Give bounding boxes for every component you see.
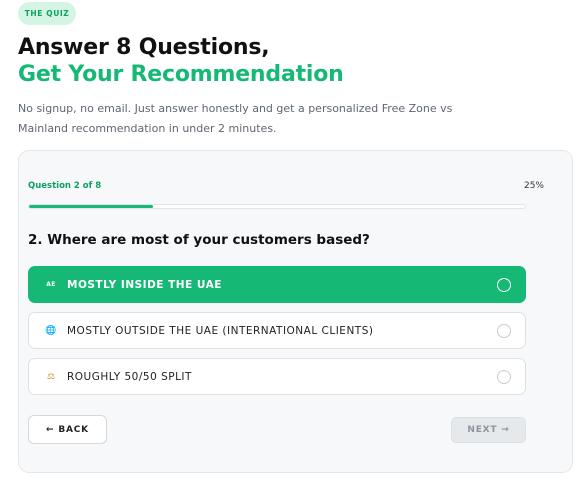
progress-bar — [28, 204, 526, 209]
option-label: MOSTLY OUTSIDE THE UAE (INTERNATIONAL CL… — [67, 324, 374, 337]
back-button[interactable]: ← BACK — [28, 415, 107, 444]
option-inside-uae[interactable]: AE MOSTLY INSIDE THE UAE — [28, 266, 526, 303]
radio-circle-icon — [497, 278, 511, 292]
next-button[interactable]: NEXT → — [451, 417, 526, 443]
radio-circle-icon — [497, 370, 511, 384]
intro-description: No signup, no email. Just answer honestl… — [18, 102, 453, 135]
title-line-2: Get Your Recommendation — [18, 62, 344, 87]
option-label: ROUGHLY 50/50 SPLIT — [67, 370, 192, 383]
globe-icon: 🌐 — [45, 325, 57, 336]
option-outside-uae[interactable]: 🌐 MOSTLY OUTSIDE THE UAE (INTERNATIONAL … — [28, 312, 526, 349]
flag-ae-icon: AE — [46, 281, 56, 288]
progress-label: Question 2 of 8 — [28, 181, 102, 191]
option-split[interactable]: ⚖ ROUGHLY 50/50 SPLIT — [28, 358, 526, 395]
balance-scale-icon: ⚖ — [46, 371, 56, 382]
question-text: 2. Where are most of your customers base… — [28, 232, 370, 248]
option-label: MOSTLY INSIDE THE UAE — [67, 278, 222, 291]
progress-percent: 25% — [523, 181, 544, 191]
page-title: Answer 8 Questions, Get Your Recommendat… — [18, 34, 558, 88]
radio-circle-icon — [497, 324, 511, 338]
title-line-1: Answer 8 Questions, — [18, 35, 270, 60]
section-badge: THE QUIZ — [18, 2, 76, 25]
progress-bar-fill — [29, 205, 153, 208]
